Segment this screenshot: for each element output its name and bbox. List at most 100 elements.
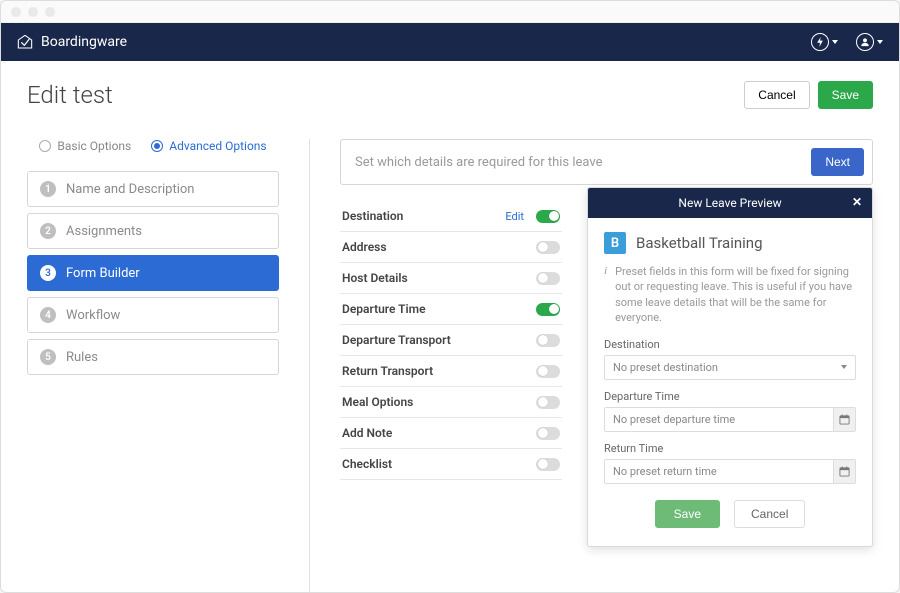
field-row-address: Address [340, 232, 562, 263]
leave-badge: B [604, 232, 626, 254]
close-icon[interactable]: ✕ [852, 195, 862, 209]
preview-info-row: i Preset fields in this form will be fix… [604, 264, 856, 326]
field-toggle[interactable] [536, 241, 560, 254]
step-label: Rules [66, 350, 98, 365]
traffic-light-max[interactable] [45, 7, 55, 17]
preview-title-row: B Basketball Training [604, 232, 856, 254]
page-body: Basic Options Advanced Options 1Name and… [1, 121, 899, 593]
step-number-icon: 4 [40, 307, 56, 323]
field-label: Destination [342, 209, 403, 223]
chevron-down-icon [877, 40, 883, 44]
field-label: Host Details [342, 271, 408, 285]
leave-name: Basketball Training [636, 234, 763, 252]
step-label: Form Builder [66, 266, 140, 281]
return-time-input[interactable]: No preset return time [604, 459, 856, 484]
page-header-actions: Cancel Save [744, 81, 873, 109]
field-label: Departure Time [604, 390, 856, 403]
brand-check-icon [17, 35, 33, 49]
field-toggle[interactable] [536, 272, 560, 285]
window-titlebar [1, 1, 899, 23]
step-label: Assignments [66, 224, 142, 239]
preview-actions: Save Cancel [604, 500, 856, 528]
preview-cancel-button[interactable]: Cancel [734, 500, 805, 528]
step-number-icon: 1 [40, 181, 56, 197]
field-toggle[interactable] [536, 303, 560, 316]
field-row-right [536, 241, 560, 254]
field-toggle[interactable] [536, 396, 560, 409]
field-label: Meal Options [342, 395, 413, 409]
field-row-right: Edit [505, 210, 560, 223]
step-label: Workflow [66, 308, 120, 323]
step-form-builder[interactable]: 3 Form Builder [27, 255, 279, 291]
departure-time-input[interactable]: No preset departure time [604, 407, 856, 432]
radio-icon [151, 140, 163, 152]
bolt-icon [811, 33, 829, 51]
field-row-return-transport: Return Transport [340, 356, 562, 387]
field-label: Add Note [342, 426, 392, 440]
field-row-destination: Destination Edit [340, 201, 562, 232]
radio-basic-options[interactable]: Basic Options [39, 139, 131, 153]
step-number-icon: 3 [40, 265, 56, 281]
traffic-light-close[interactable] [11, 7, 21, 17]
field-edit-link[interactable]: Edit [505, 210, 524, 223]
input-value: No preset departure time [613, 413, 735, 426]
preview-body: B Basketball Training i Preset fields in… [588, 218, 872, 546]
help-bar: Set which details are required for this … [340, 139, 873, 185]
field-row-right [536, 365, 560, 378]
navbar-user-menu[interactable] [856, 33, 883, 51]
preview-title: New Leave Preview [678, 196, 781, 210]
step-number-icon: 5 [40, 349, 56, 365]
step-number-icon: 2 [40, 223, 56, 239]
step-rules[interactable]: 5 Rules [27, 339, 279, 375]
field-toggle[interactable] [536, 458, 560, 471]
preview-save-button[interactable]: Save [655, 500, 720, 528]
radio-advanced-options[interactable]: Advanced Options [151, 139, 266, 153]
radio-label: Advanced Options [169, 139, 266, 153]
field-rows: Destination Edit Address Host Details Depart… [340, 201, 562, 480]
preview-field-return: Return Time No preset return time [604, 442, 856, 484]
field-toggle[interactable] [536, 427, 560, 440]
field-label: Return Transport [342, 364, 433, 378]
field-toggle[interactable] [536, 365, 560, 378]
calendar-icon [833, 408, 855, 431]
user-icon [856, 33, 874, 51]
field-row-departure-transport: Departure Transport [340, 325, 562, 356]
navbar-bolt-menu[interactable] [811, 33, 838, 51]
traffic-light-min[interactable] [28, 7, 38, 17]
option-mode-radios: Basic Options Advanced Options [27, 139, 279, 153]
help-text: Set which details are required for this … [355, 155, 603, 170]
field-row-right [536, 427, 560, 440]
next-button[interactable]: Next [811, 148, 864, 176]
field-toggle[interactable] [536, 210, 560, 223]
field-row-add-note: Add Note [340, 418, 562, 449]
field-row-right [536, 334, 560, 347]
navbar: Boardingware [1, 23, 899, 61]
destination-select[interactable]: No preset destination [604, 355, 856, 380]
field-label: Address [342, 240, 387, 254]
field-label: Departure Time [342, 302, 426, 316]
field-row-meal-options: Meal Options [340, 387, 562, 418]
brand[interactable]: Boardingware [17, 34, 127, 50]
app-window: Boardingware Edit test Cancel Save [0, 0, 900, 593]
cancel-button[interactable]: Cancel [744, 81, 809, 109]
vertical-divider [309, 139, 310, 593]
radio-label: Basic Options [57, 139, 131, 153]
step-workflow[interactable]: 4 Workflow [27, 297, 279, 333]
page-title: Edit test [27, 81, 113, 109]
field-label: Departure Transport [342, 333, 451, 347]
field-toggle[interactable] [536, 334, 560, 347]
preview-panel: New Leave Preview ✕ B Basketball Trainin… [587, 187, 873, 547]
step-name-and-description[interactable]: 1Name and Description [27, 171, 279, 207]
save-button[interactable]: Save [818, 81, 873, 109]
preview-info-text: Preset fields in this form will be fixed… [615, 264, 856, 326]
step-assignments[interactable]: 2 Assignments [27, 213, 279, 249]
preview-field-destination: Destination No preset destination [604, 338, 856, 380]
input-value: No preset return time [613, 465, 717, 478]
brand-name: Boardingware [41, 34, 127, 50]
field-row-departure-time: Departure Time [340, 294, 562, 325]
chevron-down-icon [832, 40, 838, 44]
sidebar: Basic Options Advanced Options 1Name and… [27, 139, 279, 593]
field-row-right [536, 396, 560, 409]
info-icon: i [604, 264, 607, 326]
field-label: Destination [604, 338, 856, 351]
